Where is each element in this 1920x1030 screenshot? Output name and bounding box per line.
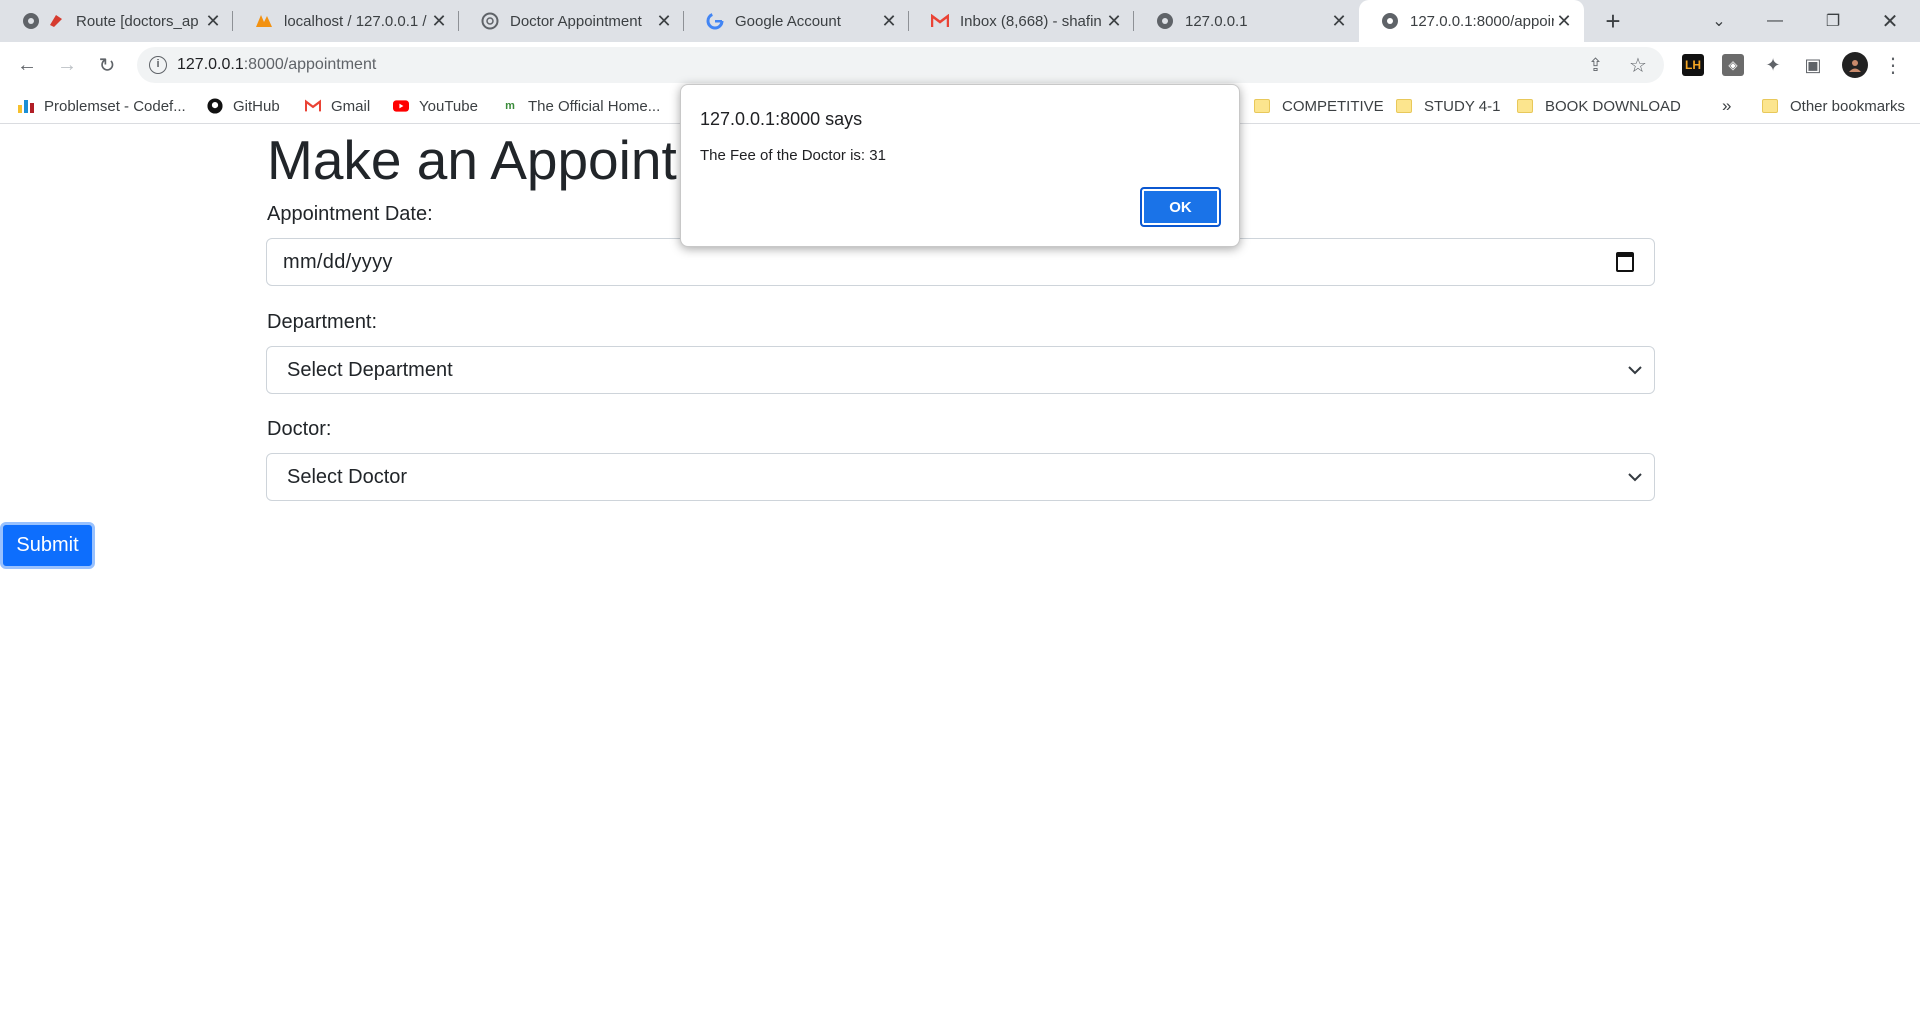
bookmark-folder[interactable]: BOOK DOWNLOAD [1517,96,1681,116]
google-icon [706,12,724,30]
minimize-icon[interactable]: — [1752,0,1798,42]
browser-tab-active[interactable]: 127.0.0.1:8000/appoir ✕ [1359,0,1584,42]
dialog-message: The Fee of the Doctor is: 31 [700,147,886,164]
close-tab-icon[interactable]: ✕ [1554,11,1574,31]
bookmark-item[interactable]: YouTube [393,96,478,116]
ok-button[interactable]: OK [1140,187,1221,227]
tab-strip: Route [doctors_ap ✕ localhost / 127.0.0.… [0,0,1920,42]
dialog-title: 127.0.0.1:8000 says [700,109,863,129]
tab-title: Google Account [735,12,841,30]
department-selected-value: Select Department [287,358,453,381]
department-label: Department: [267,311,378,333]
forward-icon[interactable]: → [52,50,82,80]
extensions-puzzle-icon[interactable]: ✦ [1762,54,1784,76]
bookmark-item[interactable]: Problemset - Codef... [18,96,186,116]
extension-shield-icon[interactable]: ◈ [1722,54,1744,76]
browser-tab[interactable]: localhost / 127.0.0.1 / ✕ [233,0,459,42]
globe-icon [1156,12,1174,30]
browser-tab[interactable]: Google Account ✕ [684,0,909,42]
side-panel-icon[interactable]: ▣ [1802,54,1824,76]
folder-icon [1517,99,1533,113]
globe-icon [22,12,40,30]
close-tab-icon[interactable]: ✕ [879,11,899,31]
folder-icon [1396,99,1412,113]
chevron-down-icon [1628,358,1642,381]
doctor-select[interactable]: Select Doctor [266,453,1655,501]
tab-search-icon[interactable]: ⌄ [1696,0,1742,42]
bookmark-item[interactable]: GitHub [207,96,280,116]
tab-title: Inbox (8,668) - shafin [960,12,1102,30]
bookmark-folder[interactable]: STUDY 4-1 [1396,96,1500,116]
close-tab-icon[interactable]: ✕ [203,11,223,31]
tab-title: localhost / 127.0.0.1 / [284,12,427,30]
youtube-icon [393,98,409,114]
url-text[interactable]: 127.0.0.1:8000/appointment [177,56,376,74]
tab-title: Doctor Appointment [510,12,642,30]
folder-icon [1254,99,1270,113]
globe-icon [1381,12,1399,30]
close-tab-icon[interactable]: ✕ [1104,11,1124,31]
laravel-icon [47,12,65,30]
close-tab-icon[interactable]: ✕ [654,11,674,31]
date-placeholder: mm/dd/yyyy [283,250,393,273]
page-title: Make an Appointm [267,129,723,191]
calendar-icon[interactable] [1616,252,1634,272]
folder-icon [1762,99,1778,113]
profile-avatar-icon[interactable] [1842,52,1868,78]
bookmark-item[interactable]: m The Official Home... [502,96,660,116]
share-icon[interactable]: ⇪ [1588,55,1603,76]
address-bar[interactable]: i 127.0.0.1:8000/appointment ⇪ ☆ [137,47,1664,83]
department-select[interactable]: Select Department [266,346,1655,394]
site-info-icon[interactable]: i [149,56,167,74]
appointment-date-label: Appointment Date: [267,203,433,225]
back-icon[interactable]: ← [12,50,42,80]
more-bookmarks-button[interactable]: » [1722,96,1731,116]
alert-dialog: 127.0.0.1:8000 says The Fee of the Docto… [680,84,1240,247]
gmail-icon [305,98,321,114]
bookmark-star-icon[interactable]: ☆ [1629,53,1647,78]
extension-lh-icon[interactable]: LH [1682,54,1704,76]
browser-tab[interactable]: Inbox (8,668) - shafin ✕ [909,0,1134,42]
github-icon [207,98,223,114]
browser-toolbar: ← → ↻ i 127.0.0.1:8000/appointment ⇪ ☆ L… [0,42,1920,88]
close-tab-icon[interactable]: ✕ [429,11,449,31]
chatgpt-icon [481,12,499,30]
site-icon: m [505,100,515,112]
menu-kebab-icon[interactable]: ⋮ [1882,54,1904,77]
restore-icon[interactable]: ❐ [1810,0,1856,42]
tab-title: Route [doctors_ap [76,12,199,30]
new-tab-button[interactable]: + [1598,6,1628,36]
bookmark-item[interactable]: Gmail [305,96,370,116]
doctor-label: Doctor: [267,418,332,440]
tab-title: 127.0.0.1:8000/appoir [1410,12,1554,30]
tab-title: 127.0.0.1 [1185,12,1248,30]
codeforces-icon [18,98,34,114]
bookmark-folder[interactable]: COMPETITIVE [1254,96,1384,116]
doctor-selected-value: Select Doctor [287,465,408,488]
phpmyadmin-icon [255,12,273,30]
chevron-down-icon [1628,465,1642,488]
close-window-icon[interactable]: ✕ [1867,0,1913,42]
bookmark-folder[interactable]: Other bookmarks [1762,96,1905,116]
submit-button[interactable]: Submit [0,522,95,569]
browser-tab[interactable]: Doctor Appointment ✕ [459,0,684,42]
close-tab-icon[interactable]: ✕ [1329,11,1349,31]
browser-tab[interactable]: Route [doctors_ap ✕ [0,0,233,42]
gmail-icon [931,12,949,30]
browser-tab[interactable]: 127.0.0.1 ✕ [1134,0,1359,42]
reload-icon[interactable]: ↻ [92,50,122,80]
